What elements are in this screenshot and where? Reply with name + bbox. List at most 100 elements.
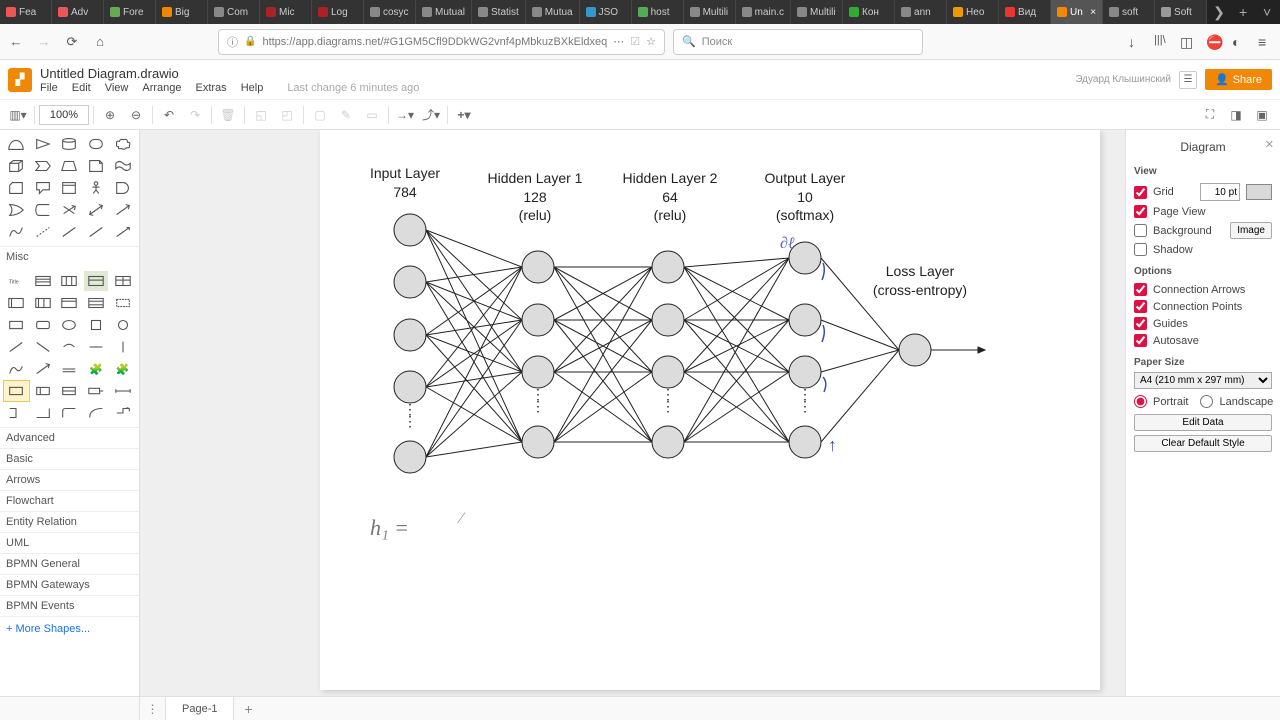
clear-style-button[interactable]: Clear Default Style [1134,435,1272,452]
comments-icon[interactable]: ☰ [1179,71,1197,89]
conn-points-checkbox[interactable] [1134,300,1147,313]
shape-container[interactable] [57,178,82,198]
shape-or[interactable] [4,200,29,220]
pageview-checkbox[interactable] [1134,205,1147,218]
shape-callout[interactable] [31,178,56,198]
edit-data-button[interactable]: Edit Data [1134,414,1272,431]
misc-puzzle2[interactable]: 🧩 [110,359,135,379]
misc-b2[interactable] [31,403,56,423]
browser-tab[interactable]: Multili [684,0,736,24]
misc-table1[interactable] [31,271,56,291]
browser-tab[interactable]: JSO [580,0,632,24]
browser-tab[interactable]: ann [895,0,947,24]
menu-icon[interactable]: ≡ [1258,34,1274,50]
shape-arrow[interactable] [110,200,135,220]
background-checkbox[interactable] [1134,224,1147,237]
misc-b1[interactable] [4,403,29,423]
tab-control[interactable]: + [1231,0,1255,24]
misc-sel3[interactable] [57,381,82,401]
shape-dir-line[interactable] [110,222,135,242]
section-arrows[interactable]: Arrows [0,469,139,490]
section-uml[interactable]: UML [0,532,139,553]
shape-xor[interactable] [57,200,82,220]
browser-tab[interactable]: Big [156,0,208,24]
menu-edit[interactable]: Edit [72,82,91,94]
tab-control[interactable]: ❯ [1207,0,1231,24]
shape-step[interactable] [31,156,56,176]
zoom-select[interactable]: 100% [39,105,89,125]
to-back-button[interactable]: ◰ [275,103,299,127]
shape-half-circle[interactable] [4,134,29,154]
misc-sel1[interactable] [4,381,29,401]
browser-tab[interactable]: Com [208,0,260,24]
grid-checkbox[interactable] [1134,186,1147,199]
browser-tab[interactable]: Вид [999,0,1051,24]
misc-l5[interactable] [110,337,135,357]
shape-triangle[interactable] [31,134,56,154]
shadow-button[interactable]: ▭ [360,103,384,127]
back-button[interactable]: ← [6,32,26,52]
landscape-radio[interactable] [1200,395,1213,408]
misc-swim4[interactable] [84,293,109,313]
section-bpmn-general[interactable]: BPMN General [0,553,139,574]
misc-e1[interactable] [57,315,82,335]
zoom-out-icon[interactable]: ⊖ [124,103,148,127]
browser-tab[interactable]: Fea [0,0,52,24]
shape-line2[interactable] [84,222,109,242]
url-bar[interactable]: ⓘ 🔒 https://app.diagrams.net/#G1GM5Cfl9D… [218,29,665,55]
browser-tab[interactable]: Кон [843,0,895,24]
fullscreen-icon[interactable]: ⛶ [1198,103,1222,127]
shape-note[interactable] [84,156,109,176]
library-icon[interactable]: |||\ [1154,34,1170,50]
background-image-button[interactable]: Image [1230,222,1272,239]
browser-tab[interactable]: Statist [472,0,526,24]
browser-tab[interactable]: Нео [947,0,999,24]
misc-cell[interactable] [110,293,135,313]
close-icon[interactable]: ✕ [1265,138,1274,151]
format-toggle-icon[interactable]: ◨ [1224,103,1248,127]
shape-line[interactable] [57,222,82,242]
misc-swim1[interactable] [4,293,29,313]
browser-tab[interactable]: Fore [104,0,156,24]
section-advanced[interactable]: Advanced [0,427,139,448]
to-front-button[interactable]: ◱ [249,103,273,127]
reload-button[interactable]: ⟳ [62,32,82,52]
downloads-icon[interactable]: ↓ [1128,34,1144,50]
search-bar[interactable]: 🔍 Поиск [673,29,923,55]
misc-r2[interactable] [31,315,56,335]
shape-freehand[interactable] [4,222,29,242]
guides-checkbox[interactable] [1134,317,1147,330]
browser-tab[interactable]: Soft [1155,0,1207,24]
shape-cylinder[interactable] [57,134,82,154]
connection-button[interactable]: →▾ [393,103,417,127]
more-shapes-link[interactable]: More Shapes... [6,623,90,635]
misc-sel5[interactable] [110,381,135,401]
misc-title[interactable]: Title [4,271,29,291]
grid-size-input[interactable] [1200,183,1240,201]
misc-l3[interactable] [57,337,82,357]
portrait-radio[interactable] [1134,395,1147,408]
close-tab-icon[interactable]: × [1090,7,1096,18]
section-entity[interactable]: Entity Relation [0,511,139,532]
shape-dashed[interactable] [31,222,56,242]
line-color-button[interactable]: ✎ [334,103,358,127]
section-bpmn-events[interactable]: BPMN Events [0,595,139,616]
browser-tab[interactable]: Log [312,0,364,24]
browser-tab[interactable]: main.c [736,0,791,24]
sidebar-icon[interactable]: ◫ [1180,34,1196,50]
misc-b5[interactable] [110,403,135,423]
misc-sq1[interactable] [84,315,109,335]
shape-rounded[interactable] [84,134,109,154]
misc-table4[interactable] [110,271,135,291]
browser-tab[interactable]: Un× [1051,0,1103,24]
browser-tab[interactable]: Mutual [416,0,472,24]
section-misc[interactable]: Misc [0,246,139,267]
menu-help[interactable]: Help [241,82,264,94]
misc-b4[interactable] [84,403,109,423]
shape-datastore[interactable] [31,200,56,220]
misc-swim3[interactable] [57,293,82,313]
menu-extras[interactable]: Extras [196,82,227,94]
misc-b3[interactable] [57,403,82,423]
browser-tab[interactable]: cosyc [364,0,416,24]
misc-l4[interactable] [84,337,109,357]
